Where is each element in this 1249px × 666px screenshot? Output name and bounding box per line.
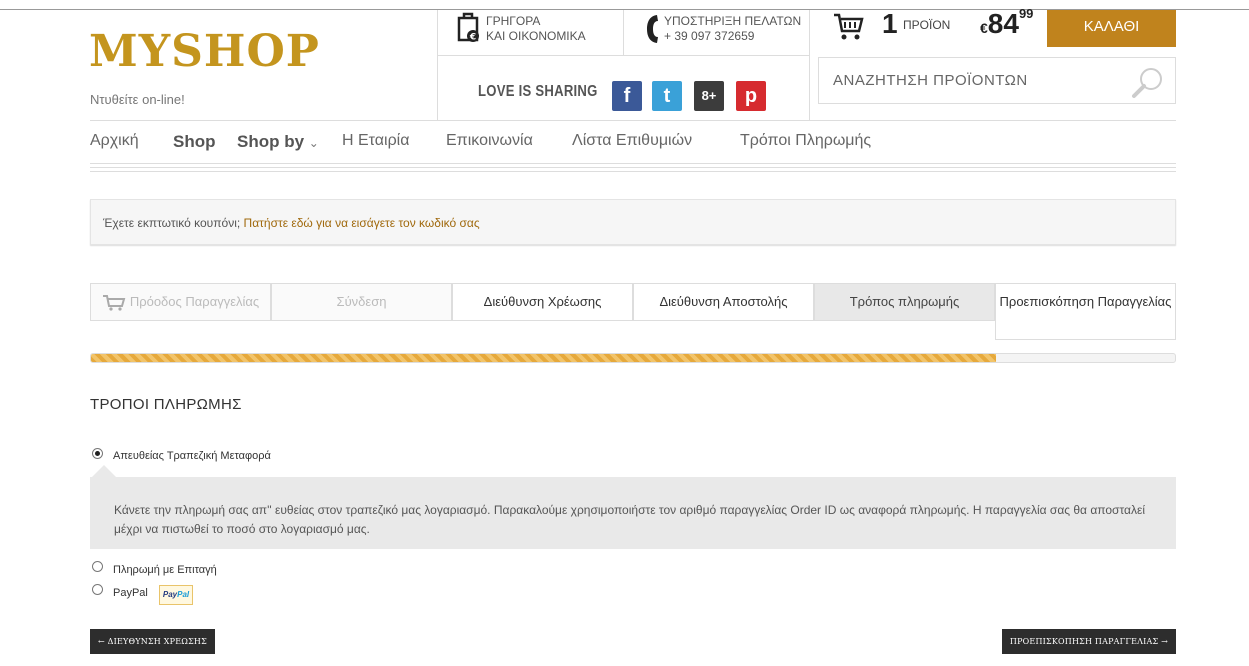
next-preview-button[interactable]: ΠΡΟΕΠΙΣΚΟΠΗΣΗ ΠΑΡΑΓΓΕΛΙΑΣ → <box>1001 629 1176 654</box>
coupon-link[interactable]: Πατήστε εδώ για να εισάγετε τον κωδικό σ… <box>244 216 480 230</box>
nav-shop-by[interactable]: Shop by ⌄ <box>237 132 319 152</box>
chevron-down-icon: ⌄ <box>308 136 319 150</box>
paypal-logo: PayPal <box>159 585 193 605</box>
phone-icon <box>647 15 658 43</box>
delivery-box-icon: € <box>457 12 479 42</box>
search-box[interactable]: ΑΝΑΖΗΤΗΣΗ ΠΡΟΪΟΝΤΩΝ <box>818 57 1176 104</box>
site-tagline: Ντυθείτε on-line! <box>90 92 185 107</box>
step-shipping-address[interactable]: Διεύθυνση Αποστολής <box>633 283 814 321</box>
header-divider <box>437 55 809 56</box>
nav-shop[interactable]: Shop <box>173 132 216 152</box>
radio-bank-transfer[interactable] <box>92 448 103 459</box>
nav-shop-by-label: Shop by <box>237 132 305 151</box>
header-divider <box>437 10 438 120</box>
search-icon[interactable] <box>1131 66 1165 100</box>
pinterest-icon[interactable]: p <box>736 81 766 111</box>
search-input[interactable]: ΑΝΑΖΗΤΗΣΗ ΠΡΟΪΟΝΤΩΝ <box>833 72 1028 89</box>
coupon-text: Έχετε εκπτωτικό κουπόνι; Πατήστε εδώ για… <box>103 216 480 230</box>
paypal-logo-part1: Pay <box>162 590 178 599</box>
price-cents: 99 <box>1018 6 1034 21</box>
site-logo[interactable]: MYSHOP <box>89 30 320 74</box>
shipping-line-2: ΚΑΙ ΟΙΚΟΝΟΜΙΚΑ <box>486 29 586 43</box>
option-cheque-label[interactable]: Πληρωμή με Επιταγή <box>113 564 217 576</box>
shopping-cart-icon[interactable] <box>832 11 864 43</box>
cart-button[interactable]: ΚΑΛΑΘΙ <box>1047 10 1176 47</box>
checkout-steps: Πρόοδος Παραγγελίας Σύνδεση Διεύθυνση Χρ… <box>90 283 1176 340</box>
progress-fill <box>91 354 997 362</box>
currency-symbol: € <box>980 20 988 36</box>
twitter-icon[interactable]: t <box>652 81 682 111</box>
facebook-icon[interactable]: f <box>612 81 642 111</box>
radio-paypal[interactable] <box>92 584 103 595</box>
header-divider <box>623 10 624 55</box>
shipping-line-1: ΓΡΗΓΟΡΑ <box>486 14 541 28</box>
cart-total: €8499 <box>980 6 1034 40</box>
support-phone: + 39 097 372659 <box>664 29 755 43</box>
step-payment-method[interactable]: Τρόπος πληρωμής <box>814 283 995 321</box>
nav-home[interactable]: Αρχική <box>90 132 139 150</box>
nav-underline <box>90 163 1176 175</box>
coupon-question: Έχετε εκπτωτικό κουπόνι; <box>103 216 241 230</box>
coupon-notice: Έχετε εκπτωτικό κουπόνι; Πατήστε εδώ για… <box>90 199 1176 245</box>
nav-contact[interactable]: Επικοινωνία <box>446 132 533 150</box>
option-bank-transfer-label[interactable]: Απευθείας Τραπεζική Μεταφορά <box>113 450 271 462</box>
google-plus-icon[interactable]: 8+ <box>694 81 724 111</box>
svg-text:€: € <box>469 33 476 43</box>
step-login[interactable]: Σύνδεση <box>271 283 452 321</box>
payment-description-text: Κάνετε την πληρωμή σας απ'' ευθείας στον… <box>114 503 1145 536</box>
support-line-1: ΥΠΟΣΤΗΡΙΞΗ ΠΕΛΑΤΩΝ <box>664 14 802 28</box>
support-info: ΥΠΟΣΤΗΡΙΞΗ ΠΕΛΑΤΩΝ + 39 097 372659 <box>664 14 801 44</box>
payment-methods-title: ΤΡΟΠΟΙ ΠΛΗΡΩΜΗΣ <box>90 396 242 413</box>
price-main: 84 <box>987 8 1019 39</box>
description-pointer <box>92 465 116 477</box>
header-divider <box>809 10 810 120</box>
paypal-logo-part2: Pal <box>177 590 190 599</box>
payment-description: Κάνετε την πληρωμή σας απ'' ευθείας στον… <box>90 477 1176 549</box>
nav-wishlist[interactable]: Λίστα Επιθυμιών <box>572 132 692 150</box>
cart-icon <box>102 294 126 311</box>
option-paypal-label[interactable]: PayPal <box>113 587 148 599</box>
nav-payment-methods[interactable]: Τρόποι Πληρωμής <box>740 132 871 150</box>
step-label: Πρόοδος Παραγγελίας <box>129 294 260 309</box>
step-billing-address[interactable]: Διεύθυνση Χρέωσης <box>452 283 633 321</box>
checkout-progress-bar <box>90 353 1176 363</box>
step-order-progress[interactable]: Πρόοδος Παραγγελίας <box>90 283 271 321</box>
cart-item-unit: ΠΡΟΪΟΝ <box>903 18 951 32</box>
header-divider <box>90 120 1176 121</box>
radio-cheque[interactable] <box>92 561 103 572</box>
shipping-info: ΓΡΗΓΟΡΑ ΚΑΙ ΟΙΚΟΝΟΜΙΚΑ <box>486 14 586 44</box>
nav-company[interactable]: Η Εταιρία <box>342 132 409 150</box>
back-billing-button[interactable]: ← ΔΙΕΥΘΥΝΣΗ ΧΡΕΩΣΗΣ <box>90 629 215 654</box>
share-label: LOVE IS SHARING <box>478 83 598 100</box>
step-order-preview[interactable]: Προεπισκόπηση Παραγγελίας <box>995 283 1176 340</box>
cart-item-count: 1 <box>882 8 898 39</box>
